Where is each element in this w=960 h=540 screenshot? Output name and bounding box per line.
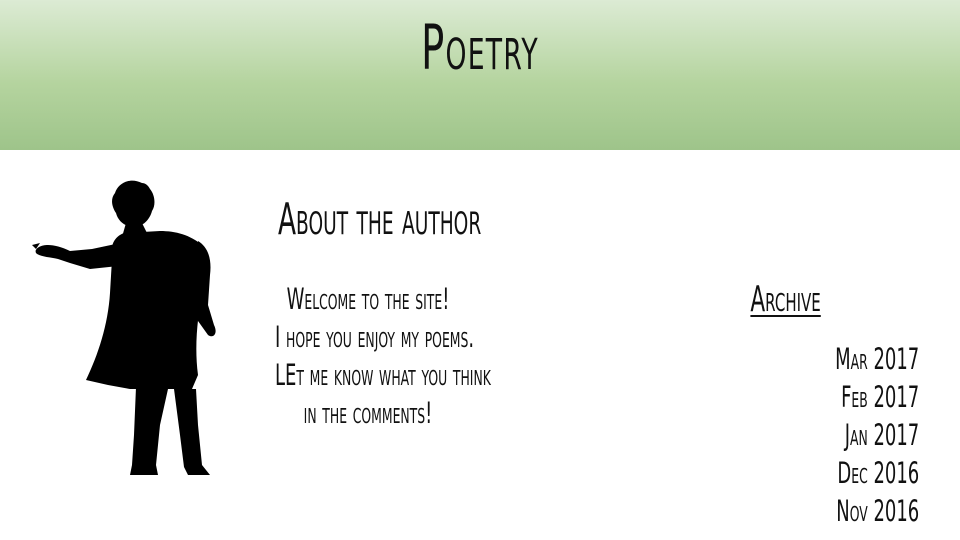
about-heading: About the author xyxy=(278,194,482,245)
page-header: Poetry xyxy=(0,0,960,150)
about-line: I hope you enjoy my poems. xyxy=(275,320,475,355)
archive-link-dec-2016[interactable]: Dec 2016 xyxy=(783,454,919,492)
about-section: About the author Welcome to the site! I … xyxy=(218,194,518,432)
archive-list: Mar 2017 Feb 2017 Jan 2017 Dec 2016 Nov … xyxy=(700,340,920,530)
about-text: Welcome to the site! I hope you enjoy my… xyxy=(275,280,491,432)
archive-link-jan-2017[interactable]: Jan 2017 xyxy=(783,416,920,454)
archive-heading[interactable]: Archive xyxy=(750,280,882,320)
archive-link-feb-2017[interactable]: Feb 2017 xyxy=(783,378,919,416)
site-title[interactable]: Poetry xyxy=(182,13,777,82)
archive-link-nov-2016[interactable]: Nov 2016 xyxy=(783,492,919,530)
about-line: LEt me know what you think xyxy=(275,358,491,393)
archive-link-mar-2017[interactable]: Mar 2017 xyxy=(783,340,919,378)
about-line: in the comments! xyxy=(303,396,433,431)
about-line: Welcome to the site! xyxy=(286,282,450,317)
author-silhouette-icon xyxy=(32,180,216,475)
